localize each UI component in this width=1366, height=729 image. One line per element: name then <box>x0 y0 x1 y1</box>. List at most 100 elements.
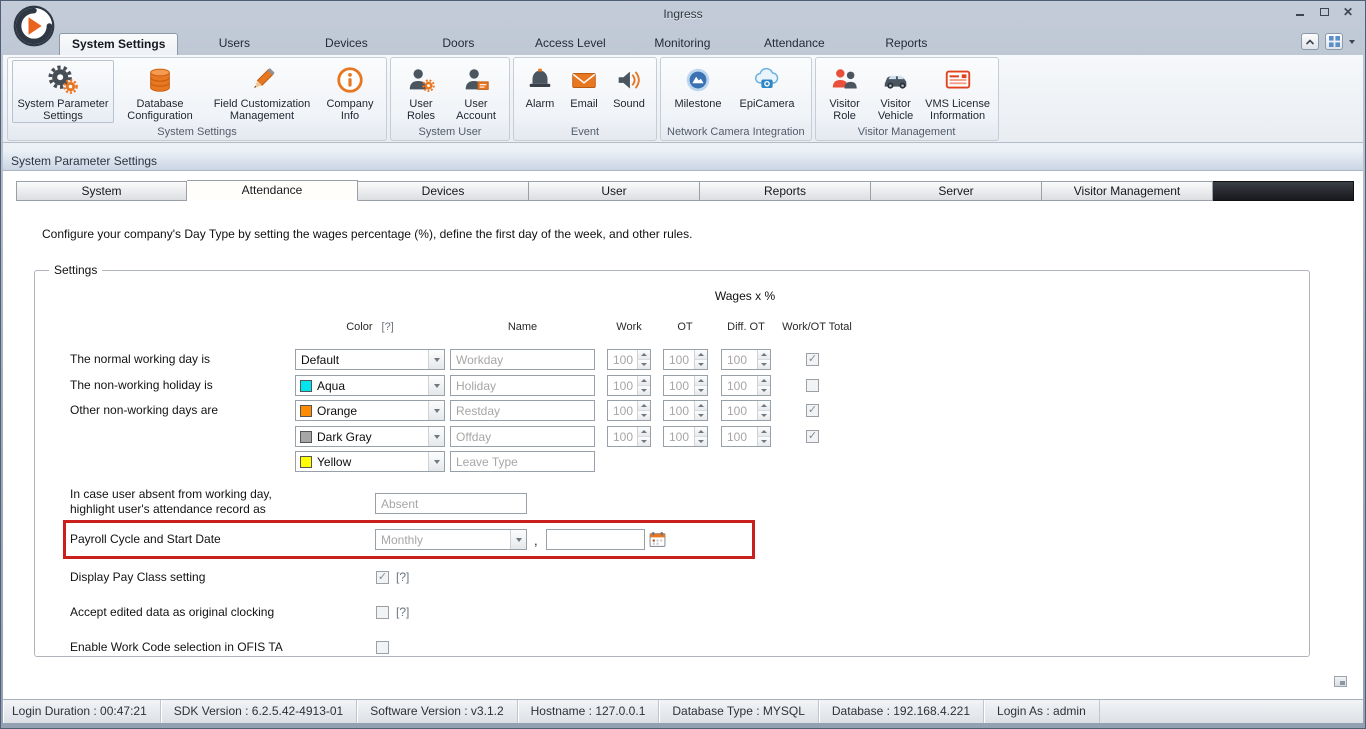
ribbon-tab-attendance[interactable]: Attendance <box>738 33 850 55</box>
caret-down-icon[interactable] <box>1349 39 1355 44</box>
settings-tab-strip: System Attendance Devices User Reports S… <box>16 180 1354 201</box>
ribbon-tab-doors[interactable]: Doors <box>402 33 514 55</box>
restday-name-input[interactable] <box>450 400 595 421</box>
tab-visitor-management[interactable]: Visitor Management <box>1042 181 1213 201</box>
spinner-buttons[interactable] <box>694 350 707 369</box>
status-login-as: Login As : admin <box>984 700 1100 723</box>
restday-ot-spinner[interactable]: 100 <box>663 400 708 421</box>
tab-reports[interactable]: Reports <box>700 181 871 201</box>
tab-user[interactable]: User <box>529 181 700 201</box>
tab-system[interactable]: System <box>16 181 187 201</box>
app-window: Ingress ✕ System Settings Users Devices … <box>0 0 1366 729</box>
system-parameter-settings-button[interactable]: System Parameter Settings <box>12 60 114 123</box>
holiday-color-select[interactable]: Aqua <box>295 375 445 396</box>
ribbon-tab-strip: System Settings Users Devices Doors Acce… <box>3 5 1363 55</box>
status-login-duration: Login Duration : 00:47:21 <box>3 700 161 723</box>
user-account-button[interactable]: User Account <box>447 60 505 123</box>
display-pay-class-checkbox[interactable] <box>376 571 389 584</box>
tab-devices[interactable]: Devices <box>358 181 529 201</box>
dropdown-button[interactable] <box>428 350 444 369</box>
user-roles-button[interactable]: User Roles <box>395 60 447 123</box>
spin-down-icon <box>638 360 650 369</box>
ribbon-tab-access-level[interactable]: Access Level <box>514 33 626 55</box>
ribbon-tab-users[interactable]: Users <box>178 33 290 55</box>
holiday-total-checkbox[interactable] <box>806 379 819 392</box>
tab-attendance[interactable]: Attendance <box>187 180 358 201</box>
restday-work-spinner[interactable]: 100 <box>607 400 651 421</box>
holiday-ot-spinner[interactable]: 100 <box>663 375 708 396</box>
leave-type-name-input[interactable] <box>450 451 595 472</box>
dropdown-button[interactable] <box>428 452 444 471</box>
group-caption: Network Camera Integration <box>667 126 805 138</box>
dropdown-button[interactable] <box>428 427 444 446</box>
holiday-name-input[interactable] <box>450 375 595 396</box>
holiday-diff-ot-spinner[interactable]: 100 <box>721 375 771 396</box>
enable-work-code-checkbox[interactable] <box>376 641 389 654</box>
panel-header: System Parameter Settings <box>3 151 1363 171</box>
color-swatch <box>300 404 312 417</box>
enable-work-code-label: Enable Work Code selection in OFIS TA <box>70 640 283 654</box>
leave-color-select[interactable]: Yellow <box>295 451 445 472</box>
gears-icon <box>48 63 78 96</box>
accept-edited-help-link[interactable]: [?] <box>396 602 409 623</box>
accept-edited-data-label: Accept edited data as original clocking <box>70 605 275 619</box>
visitor-role-button[interactable]: Visitor Role <box>820 60 870 123</box>
maximize-button[interactable] <box>1314 5 1334 19</box>
restday-total-checkbox[interactable] <box>806 404 819 417</box>
absent-label-line2: highlight user's attendance record as <box>70 502 266 516</box>
field-customization-button[interactable]: Field Customization Management <box>206 60 318 123</box>
restday-diff-ot-spinner[interactable]: 100 <box>721 400 771 421</box>
dropdown-button[interactable] <box>428 401 444 420</box>
close-button[interactable]: ✕ <box>1338 5 1358 19</box>
ribbon: System Parameter Settings Database Confi… <box>3 55 1363 143</box>
sound-button[interactable]: Sound <box>606 60 652 111</box>
workday-name-input[interactable] <box>450 349 595 370</box>
alarm-button[interactable]: Alarm <box>518 60 562 111</box>
workday-diff-ot-spinner[interactable]: 100 <box>721 349 771 370</box>
workday-ot-spinner[interactable]: 100 <box>663 349 708 370</box>
milestone-icon <box>683 63 713 96</box>
spinner-buttons[interactable] <box>757 350 770 369</box>
offday-total-checkbox[interactable] <box>806 430 819 443</box>
color-swatch <box>300 379 312 392</box>
app-logo-icon[interactable] <box>12 4 56 48</box>
email-button[interactable]: Email <box>562 60 606 111</box>
milestone-button[interactable]: Milestone <box>665 60 731 111</box>
absent-name-input[interactable] <box>375 493 527 514</box>
offday-work-spinner[interactable]: 100 <box>607 426 651 447</box>
pay-class-help-link[interactable]: [?] <box>396 567 409 588</box>
ribbon-group-system-user: User Roles User Account System User <box>390 57 510 141</box>
offday-name-input[interactable] <box>450 426 595 447</box>
spinner-buttons[interactable] <box>637 350 650 369</box>
ribbon-tab-monitoring[interactable]: Monitoring <box>626 33 738 55</box>
visitor-vehicle-button[interactable]: Visitor Vehicle <box>870 60 922 123</box>
epicamera-button[interactable]: EpiCamera <box>731 60 803 111</box>
alarm-icon <box>525 63 555 96</box>
workday-work-spinner[interactable]: 100 <box>607 349 651 370</box>
color-help-link[interactable]: [?] <box>382 321 394 333</box>
group-caption: System User <box>418 126 482 138</box>
minimize-button[interactable] <box>1290 5 1310 19</box>
restday-color-select[interactable]: Orange <box>295 400 445 421</box>
offday-color-select[interactable]: Dark Gray <box>295 426 445 447</box>
database-configuration-button[interactable]: Database Configuration <box>114 60 206 123</box>
ribbon-tab-reports[interactable]: Reports <box>850 33 962 55</box>
title-bar[interactable]: Ingress ✕ <box>0 0 1366 30</box>
company-info-button[interactable]: Company Info <box>318 60 382 123</box>
ribbon-tab-system-settings[interactable]: System Settings <box>59 33 179 55</box>
window-title: Ingress <box>663 7 703 21</box>
accept-edited-data-checkbox[interactable] <box>376 606 389 619</box>
workday-total-checkbox[interactable] <box>806 353 819 366</box>
tab-server[interactable]: Server <box>871 181 1042 201</box>
vms-license-button[interactable]: VMS License Information <box>922 60 994 123</box>
collapse-ribbon-button[interactable] <box>1301 33 1319 50</box>
workday-color-select[interactable]: Default <box>295 349 445 370</box>
dropdown-button[interactable] <box>428 376 444 395</box>
holiday-work-spinner[interactable]: 100 <box>607 375 651 396</box>
dropdown-arrow-icon <box>433 357 440 362</box>
panel-corner-icon[interactable] <box>1334 676 1347 687</box>
apps-grid-button[interactable] <box>1325 33 1343 50</box>
offday-ot-spinner[interactable]: 100 <box>663 426 708 447</box>
ribbon-tab-devices[interactable]: Devices <box>290 33 402 55</box>
offday-diff-ot-spinner[interactable]: 100 <box>721 426 771 447</box>
